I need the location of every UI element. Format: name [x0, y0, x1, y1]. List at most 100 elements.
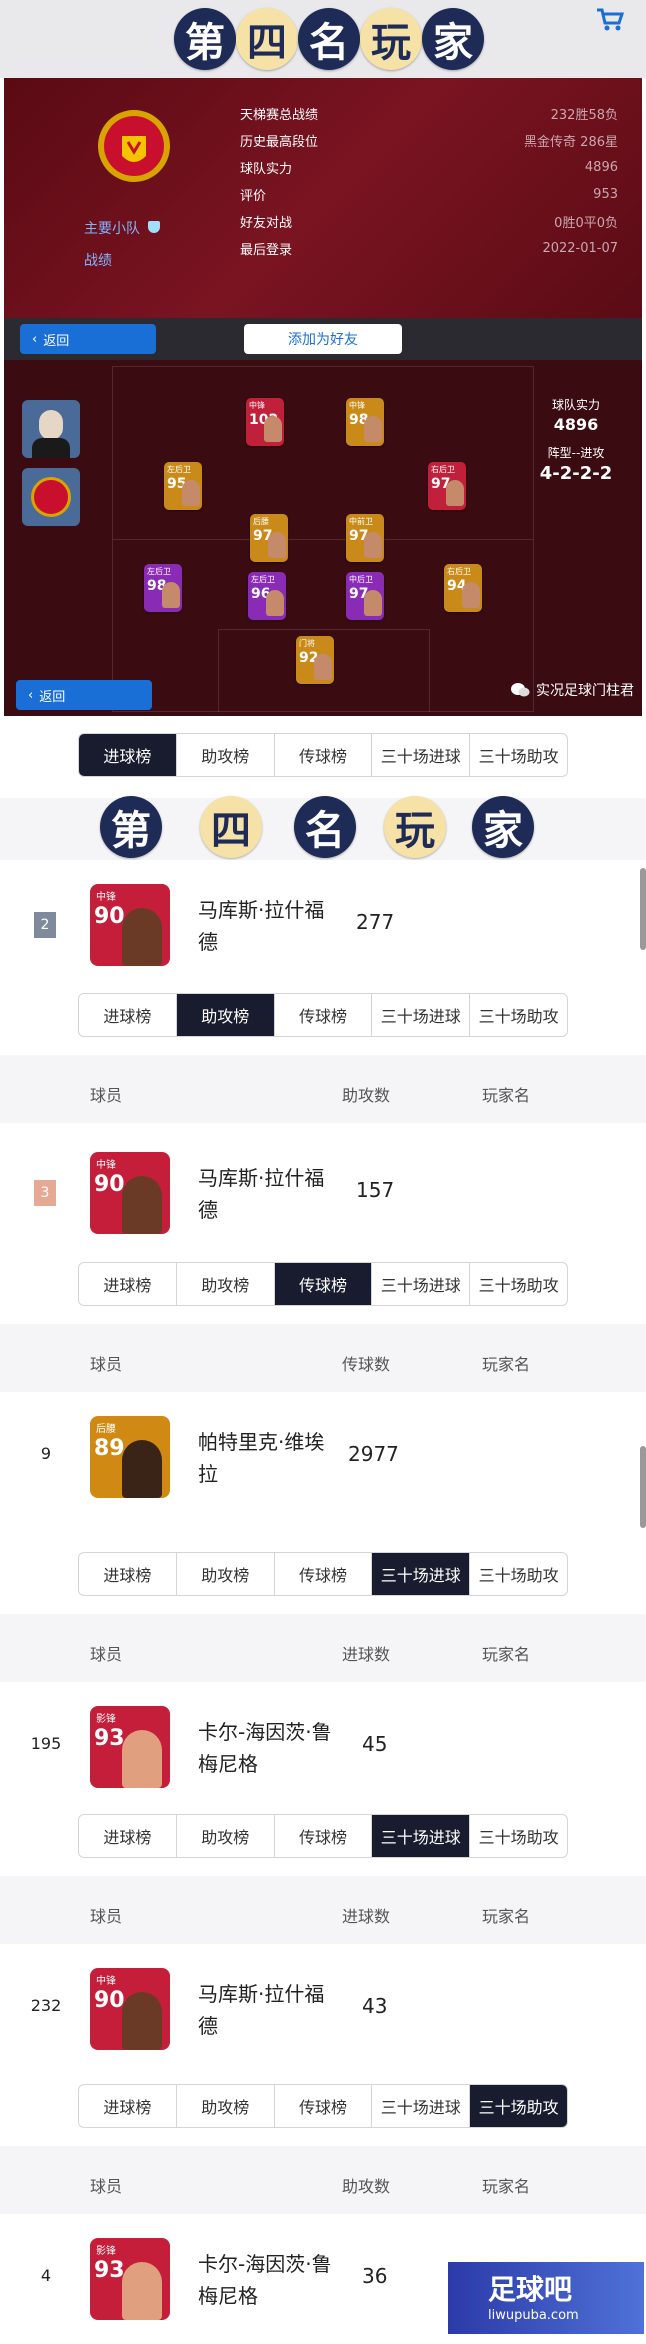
tab-30-assists[interactable]: 三十场助攻: [470, 2085, 567, 2127]
squad-player-card[interactable]: 右后卫 94: [444, 564, 482, 612]
player-card: 中锋 90: [90, 884, 170, 966]
squad-player-card[interactable]: 左后卫 96: [248, 572, 286, 620]
squad-player-card[interactable]: 左后卫 95: [164, 462, 202, 510]
player-portrait: [314, 654, 332, 680]
table-header: 球员 进球数 玩家名: [0, 1620, 646, 1682]
tab-goals[interactable]: 进球榜: [79, 734, 177, 776]
tab-goals[interactable]: 进球榜: [79, 994, 177, 1036]
formation-value: 4-2-2-2: [539, 463, 613, 484]
tab-30-assists[interactable]: 三十场助攻: [470, 734, 567, 776]
tab-assists[interactable]: 助攻榜: [177, 1263, 275, 1305]
player-name: 马库斯·拉什福德: [198, 898, 325, 954]
stat-label: 评价: [240, 189, 267, 204]
squad-player-card[interactable]: 门将 92: [296, 636, 334, 684]
tab-assists[interactable]: 助攻榜: [177, 734, 275, 776]
tab-30-assists[interactable]: 三十场助攻: [470, 994, 567, 1036]
scrollbar[interactable]: [640, 868, 646, 950]
tab-30-goals[interactable]: 三十场进球: [372, 1815, 471, 1857]
tab-passes[interactable]: 传球榜: [275, 2085, 373, 2127]
squad-player-card[interactable]: 中后卫 97: [346, 572, 384, 620]
back-button[interactable]: ‹ 返回: [20, 324, 156, 354]
tab-30-goals[interactable]: 三十场进球: [372, 1553, 471, 1595]
card-position: 影锋: [96, 1714, 116, 1725]
tab-goals[interactable]: 进球榜: [79, 1553, 177, 1595]
strength-value: 4896: [553, 415, 599, 434]
tab-goals[interactable]: 进球榜: [79, 1815, 177, 1857]
tab-goals[interactable]: 进球榜: [79, 1263, 177, 1305]
player-portrait: [446, 480, 464, 506]
squad-player-card[interactable]: 左后卫 98: [144, 564, 182, 612]
tab-30-assists[interactable]: 三十场助攻: [470, 1815, 567, 1857]
table-header: 球员 助攻数 玩家名: [0, 2152, 646, 2214]
main-squad-label: 主要小队: [84, 221, 140, 237]
stat-row: 天梯赛总战绩 232胜58负: [240, 100, 618, 127]
leaderboard-tabs: 进球榜 助攻榜 传球榜 三十场进球 三十场助攻: [78, 1262, 568, 1306]
tab-30-goals[interactable]: 三十场进球: [372, 734, 471, 776]
rank-number: 232: [30, 1996, 62, 2015]
squad-player-card[interactable]: 中锋 102: [246, 398, 284, 446]
column-stat: 进球数: [342, 1645, 391, 1664]
table-row[interactable]: 9 后腰 89 帕特里克·维埃拉 2977: [0, 1392, 646, 1520]
tab-assists[interactable]: 助攻榜: [176, 994, 275, 1036]
team-badge-icon[interactable]: [22, 468, 80, 526]
card-position: 中锋: [96, 892, 116, 903]
card-position: 门将: [299, 639, 315, 648]
tab-passes[interactable]: 传球榜: [275, 1553, 373, 1595]
banner-char: 第: [174, 8, 236, 70]
card-rating: 93: [94, 2258, 125, 2283]
card-rating: 89: [94, 1436, 125, 1461]
table-row[interactable]: 3 中锋 90 马库斯·拉什福德 157: [0, 1128, 646, 1256]
tab-30-goals[interactable]: 三十场进球: [372, 994, 471, 1036]
banner-char: 玩: [384, 796, 446, 858]
profile-action-bar: ‹ 返回 添加为好友: [4, 318, 642, 360]
squad-player-card[interactable]: 中前卫 97: [346, 514, 384, 562]
column-player-name: 玩家名: [482, 1907, 531, 1926]
table-row[interactable]: 2 中锋 90 马库斯·拉什福德 277: [0, 860, 646, 988]
chevron-left-icon: ‹: [32, 331, 38, 347]
stat-row: 最后登录 2022-01-07: [240, 235, 618, 262]
stat-row: 球队实力 4896: [240, 154, 618, 181]
manager-avatar[interactable]: [22, 400, 80, 458]
table-row[interactable]: 195 影锋 93 卡尔-海因茨·鲁梅尼格 45: [0, 1682, 646, 1810]
tab-assists[interactable]: 助攻榜: [177, 1553, 275, 1595]
tab-30-assists[interactable]: 三十场助攻: [470, 1263, 567, 1305]
tab-passes[interactable]: 传球榜: [275, 1815, 373, 1857]
main-squad-link[interactable]: 主要小队: [84, 218, 161, 238]
add-friend-button[interactable]: 添加为好友: [244, 324, 402, 354]
tab-passes[interactable]: 传球榜: [275, 994, 373, 1036]
stat-label: 天梯赛总战绩: [240, 108, 319, 123]
squad-player-card[interactable]: 右后卫 97: [428, 462, 466, 510]
rank-number: 195: [30, 1734, 62, 1753]
tab-30-goals[interactable]: 三十场进球: [372, 1263, 471, 1305]
cart-icon[interactable]: [596, 8, 624, 32]
stat-label: 最后登录: [240, 243, 293, 258]
scrollbar[interactable]: [640, 1446, 646, 1528]
card-position: 中后卫: [349, 575, 373, 584]
stat-label: 球队实力: [240, 162, 293, 177]
stat-value: 157: [356, 1178, 395, 1202]
table-row[interactable]: 232 中锋 90 马库斯·拉什福德 43: [0, 1944, 646, 2072]
stat-value: 4896: [584, 160, 618, 175]
tab-goals[interactable]: 进球榜: [79, 2085, 177, 2127]
rank-number: 9: [40, 1444, 52, 1463]
squad-player-card[interactable]: 后腰 97: [250, 514, 288, 562]
stat-row: 历史最高段位 黑金传奇 286星: [240, 127, 618, 154]
stat-value: 2977: [348, 1442, 399, 1466]
record-link[interactable]: 战绩: [84, 250, 112, 270]
column-stat: 助攻数: [342, 1086, 391, 1105]
tab-30-assists[interactable]: 三十场助攻: [470, 1553, 567, 1595]
back-button-bottom[interactable]: ‹ 返回: [16, 680, 152, 710]
back-label: 返回: [39, 689, 66, 705]
tab-assists[interactable]: 助攻榜: [177, 1815, 275, 1857]
column-player: 球员: [90, 1907, 123, 1926]
player-card: 影锋 93: [90, 2238, 170, 2320]
tab-passes[interactable]: 传球榜: [275, 734, 373, 776]
tab-passes[interactable]: 传球榜: [274, 1263, 373, 1305]
column-player: 球员: [90, 2177, 123, 2196]
tab-assists[interactable]: 助攻榜: [177, 2085, 275, 2127]
player-card: 后腰 89: [90, 1416, 170, 1498]
squad-player-card[interactable]: 中锋 98: [346, 398, 384, 446]
stat-row: 好友对战 0胜0平0负: [240, 208, 618, 235]
tab-30-goals[interactable]: 三十场进球: [372, 2085, 471, 2127]
card-position: 影锋: [96, 2246, 116, 2257]
